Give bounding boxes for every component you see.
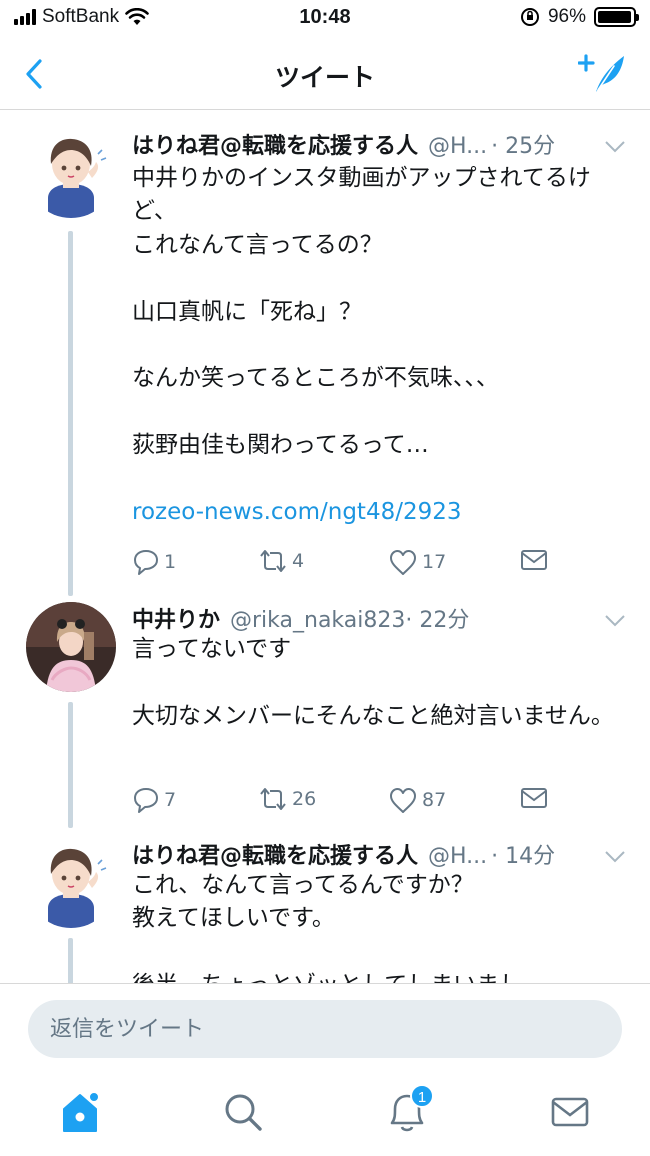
battery-percent: 96%	[547, 6, 586, 27]
display-name[interactable]: はりね君@転職を応援する人	[132, 838, 418, 870]
timestamp: · 14分	[491, 844, 556, 869]
tweet-paragraph: なんか笑ってるところが不気味、、、	[132, 365, 499, 392]
retweet-icon	[260, 788, 286, 810]
tweet-actions: 7 26 87	[132, 786, 552, 816]
thread-line	[68, 938, 73, 983]
chevron-down-icon[interactable]	[604, 140, 626, 154]
tab-notifications[interactable]: 1	[382, 1084, 434, 1137]
page-title: ツイート	[274, 63, 375, 92]
reply-count: 1	[164, 551, 177, 573]
like-count: 17	[422, 551, 447, 573]
retweet-count: 4	[292, 550, 305, 572]
display-name[interactable]: 中井りか	[132, 602, 220, 634]
tab-messages[interactable]	[546, 1087, 596, 1137]
tweet-paragraph: 中井りかのインスタ動画がアップされてるけど、 これなんて言ってるの？	[132, 165, 591, 258]
search-icon	[225, 1094, 262, 1131]
avatar-photo-icon	[26, 602, 116, 692]
reply-bar	[0, 983, 650, 1073]
like-button[interactable]: 17	[388, 548, 446, 576]
home-icon	[63, 1091, 100, 1132]
tweet-header: はりね君@転職を応援する人 @H... · 25分	[132, 128, 634, 162]
tweet-text: 中井りかのインスタ動画がアップされてるけど、 これなんて言ってるの？ 山口真帆に…	[132, 162, 630, 529]
avatar[interactable]	[26, 602, 116, 692]
like-count: 87	[422, 789, 447, 811]
battery-icon	[594, 7, 639, 27]
avatar-illustration-icon	[26, 838, 116, 928]
tweet-header: はりね君@転職を応援する人 @H... · 14分	[132, 838, 634, 872]
tweet-paragraph: 言ってないです	[132, 636, 292, 662]
tab-home[interactable]	[58, 1087, 108, 1137]
battery-group: 96%	[520, 6, 639, 28]
reply-icon	[134, 788, 158, 813]
retweet-button[interactable]: 4	[258, 548, 304, 574]
timestamp: · 25分	[491, 134, 556, 159]
notification-badge: 1	[410, 1084, 434, 1108]
timestamp: · 22分	[405, 608, 470, 633]
reply-input[interactable]	[28, 1000, 622, 1058]
tweet-text: 言ってないです 大切なメンバーにそんなこと絶対言いません。	[132, 633, 630, 733]
retweet-button[interactable]: 26	[258, 786, 316, 812]
reply-count: 7	[164, 789, 177, 811]
navigation-bar: ツイート	[0, 38, 650, 110]
mail-icon	[521, 550, 547, 570]
display-name[interactable]: はりね君@転職を応援する人	[132, 128, 418, 160]
orientation-lock-icon	[520, 8, 539, 26]
user-handle[interactable]: @H...	[428, 844, 487, 869]
thread-line	[68, 231, 73, 596]
tab-search[interactable]	[218, 1087, 268, 1137]
tweet-paragraph: 大切なメンバーにそんなこと絶対言いません。	[132, 702, 614, 729]
tweet-1[interactable]: はりね君@転職を応援する人 @H... · 25分 中井りかのインスタ動画がアッ…	[0, 128, 650, 598]
compose-feather-icon[interactable]	[578, 52, 628, 96]
like-button[interactable]: 87	[388, 786, 446, 814]
heart-icon	[390, 550, 416, 575]
avatar[interactable]	[26, 838, 116, 928]
share-button[interactable]	[520, 786, 548, 810]
tweet-actions: 1 4 17	[132, 548, 552, 578]
avatar[interactable]	[26, 128, 116, 218]
chevron-down-icon[interactable]	[604, 614, 626, 628]
user-handle[interactable]: @H...	[428, 134, 487, 159]
tweet-paragraph: 後半、ちょっとゾッとしてしまいまし	[132, 969, 630, 983]
tweet-link[interactable]: rozeo-news.com/ngt48/2923	[132, 496, 630, 529]
tweet-paragraph: これ、なんて言ってるんですか？ 教えてほしいです。	[132, 872, 474, 932]
reply-button[interactable]: 1	[132, 548, 176, 576]
messages-mail-icon	[551, 1097, 589, 1127]
tweet-text: これ、なんて言ってるんですか？ 教えてほしいです。 後半、ちょっとゾッとしてしま…	[132, 869, 630, 983]
reply-icon	[134, 550, 158, 575]
tweet-3[interactable]: はりね君@転職を応援する人 @H... · 14分 これ、なんて言ってるんですか…	[0, 838, 650, 983]
user-handle[interactable]: @rika_nakai823	[230, 608, 405, 633]
reply-button[interactable]: 7	[132, 786, 176, 814]
thread-line	[68, 702, 73, 828]
tab-bar: 1	[0, 1073, 650, 1156]
avatar-illustration-icon	[26, 128, 116, 218]
chevron-down-icon[interactable]	[604, 850, 626, 864]
retweet-count: 26	[292, 788, 317, 810]
status-bar: SoftBank 10:48 96%	[0, 0, 650, 38]
retweet-icon	[260, 550, 286, 572]
share-button[interactable]	[520, 548, 548, 572]
tweet-2[interactable]: 中井りか @rika_nakai823 · 22分 言ってないです 大切なメンバ…	[0, 602, 650, 828]
heart-icon	[390, 788, 416, 813]
tweet-header: 中井りか @rika_nakai823 · 22分	[132, 602, 634, 636]
tweet-paragraph: 山口真帆に「死ね」？	[132, 298, 362, 325]
tweet-paragraph: 荻野由佳も関わってるって…	[132, 432, 429, 459]
mail-icon	[521, 788, 547, 808]
